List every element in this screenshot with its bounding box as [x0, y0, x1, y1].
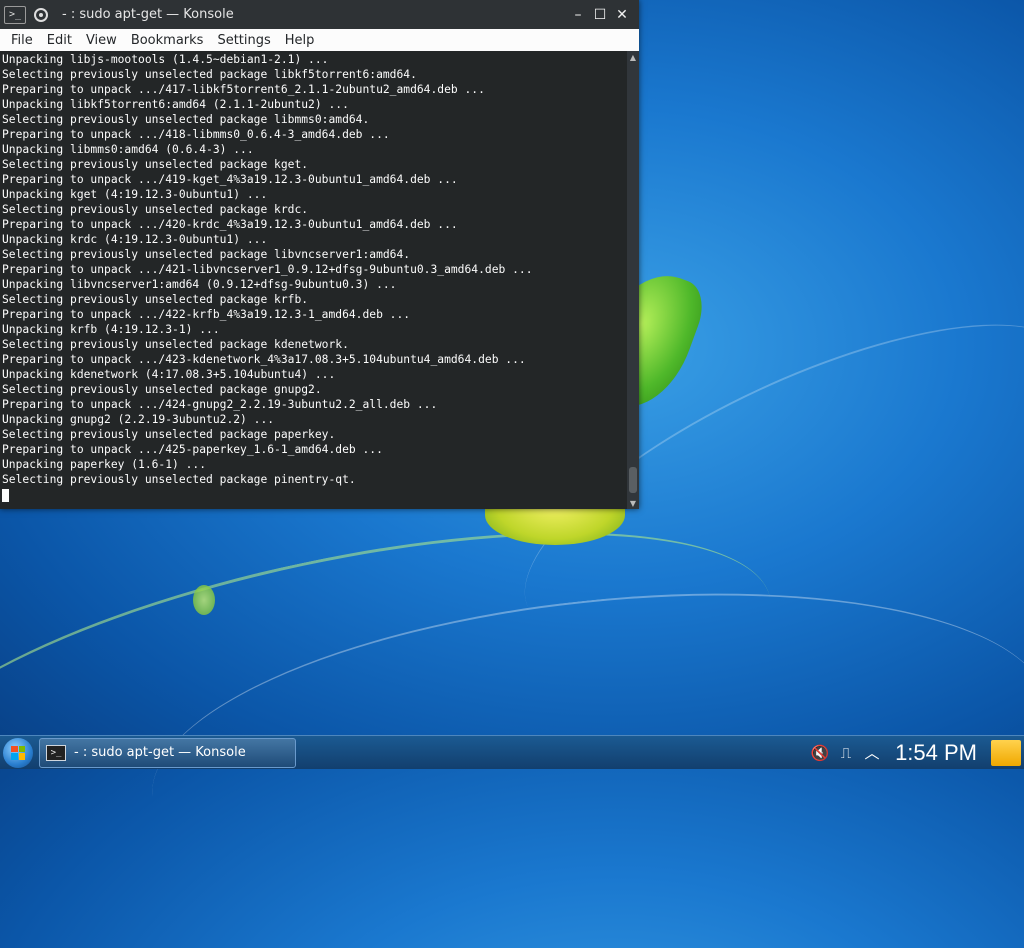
menu-edit[interactable]: Edit — [40, 33, 79, 48]
terminal-line: Preparing to unpack .../419-kget_4%3a19.… — [2, 173, 458, 186]
scroll-up-icon[interactable]: ▲ — [627, 51, 639, 63]
terminal-line: Selecting previously unselected package … — [2, 113, 370, 126]
konsole-icon: >_ — [46, 744, 66, 761]
windows-logo-icon — [11, 745, 25, 760]
start-button[interactable] — [3, 737, 33, 768]
terminal-line: Unpacking gnupg2 (2.2.19-3ubuntu2.2) ... — [2, 413, 275, 426]
terminal-line: Unpacking libvncserver1:amd64 (0.9.12+df… — [2, 278, 397, 291]
scroll-down-icon[interactable]: ▼ — [627, 497, 639, 509]
show-desktop-icon[interactable] — [991, 739, 1021, 766]
terminal-line: Preparing to unpack .../418-libmms0_0.6.… — [2, 128, 390, 141]
terminal-line: Unpacking kget (4:19.12.3-0ubuntu1) ... — [2, 188, 268, 201]
terminal-line: Selecting previously unselected package … — [2, 68, 417, 81]
terminal-line: Selecting previously unselected package … — [2, 158, 309, 171]
terminal-prompt-line[interactable] — [2, 487, 625, 502]
terminal-line: Unpacking paperkey (1.6-1) ... — [2, 458, 207, 471]
close-button[interactable]: ✕ — [611, 4, 633, 26]
terminal-line: Preparing to unpack .../421-libvncserver… — [2, 263, 533, 276]
pin-icon[interactable] — [34, 7, 48, 22]
menu-settings[interactable]: Settings — [210, 33, 277, 48]
terminal-line: Selecting previously unselected package … — [2, 428, 336, 441]
terminal-line: Unpacking libkf5torrent6:amd64 (2.1.1-2u… — [2, 98, 349, 111]
window-titlebar[interactable]: >_ - : sudo apt-get — Konsole – ☐ ✕ — [0, 0, 639, 29]
terminal-line: Selecting previously unselected package … — [2, 383, 322, 396]
terminal-line: Preparing to unpack .../423-kdenetwork_4… — [2, 353, 526, 366]
terminal-line: Selecting previously unselected package … — [2, 293, 309, 306]
terminal-line: Preparing to unpack .../417-libkf5torren… — [2, 83, 485, 96]
menu-view[interactable]: View — [79, 33, 124, 48]
scrollbar-thumb[interactable] — [629, 467, 637, 493]
system-tray: 🔇 ⎍ ︿ 1:54 PM — [809, 736, 1024, 769]
terminal-line: Preparing to unpack .../420-krdc_4%3a19.… — [2, 218, 458, 231]
terminal-line: Selecting previously unselected package … — [2, 203, 309, 216]
maximize-button[interactable]: ☐ — [589, 4, 611, 26]
terminal-line: Selecting previously unselected package … — [2, 473, 356, 486]
window-title: - : sudo apt-get — Konsole — [62, 7, 234, 22]
volume-muted-icon[interactable]: 🔇 — [809, 742, 831, 764]
terminal-line: Preparing to unpack .../422-krfb_4%3a19.… — [2, 308, 411, 321]
terminal-line: Unpacking libjs-mootools (1.4.5~debian1-… — [2, 53, 329, 66]
menu-file[interactable]: File — [4, 33, 40, 48]
taskbar: >_ - : sudo apt-get — Konsole 🔇 ⎍ ︿ 1:54… — [0, 735, 1024, 769]
menu-help[interactable]: Help — [278, 33, 322, 48]
terminal-line: Selecting previously unselected package … — [2, 338, 349, 351]
terminal-line: Unpacking krdc (4:19.12.3-0ubuntu1) ... — [2, 233, 268, 246]
terminal-line: Unpacking kdenetwork (4:17.08.3+5.104ubu… — [2, 368, 336, 381]
terminal-line: Unpacking libmms0:amd64 (0.6.4-3) ... — [2, 143, 254, 156]
terminal-line: Selecting previously unselected package … — [2, 248, 411, 261]
terminal-line: Unpacking krfb (4:19.12.3-1) ... — [2, 323, 220, 336]
minimize-button[interactable]: – — [567, 4, 589, 26]
menu-bookmarks[interactable]: Bookmarks — [124, 33, 211, 48]
terminal-scrollbar[interactable]: ▲ ▼ — [627, 51, 639, 509]
show-hidden-icons-icon[interactable]: ︿ — [861, 742, 883, 764]
konsole-icon[interactable]: >_ — [4, 5, 26, 24]
taskbar-task-konsole[interactable]: >_ - : sudo apt-get — Konsole — [39, 737, 296, 768]
menu-bar: File Edit View Bookmarks Settings Help — [0, 29, 639, 51]
wallpaper-swirl — [0, 469, 798, 914]
clock[interactable]: 1:54 PM — [895, 740, 977, 766]
text-cursor — [2, 488, 9, 502]
wallpaper-leaf — [193, 585, 215, 615]
task-label: - : sudo apt-get — Konsole — [74, 745, 246, 760]
terminal-line: Preparing to unpack .../424-gnupg2_2.2.1… — [2, 398, 438, 411]
usb-device-icon[interactable]: ⎍ — [835, 742, 857, 764]
terminal-line: Preparing to unpack .../425-paperkey_1.6… — [2, 443, 383, 456]
terminal-output[interactable]: Unpacking libjs-mootools (1.4.5~debian1-… — [0, 51, 627, 509]
konsole-window: >_ - : sudo apt-get — Konsole – ☐ ✕ File… — [0, 0, 639, 509]
